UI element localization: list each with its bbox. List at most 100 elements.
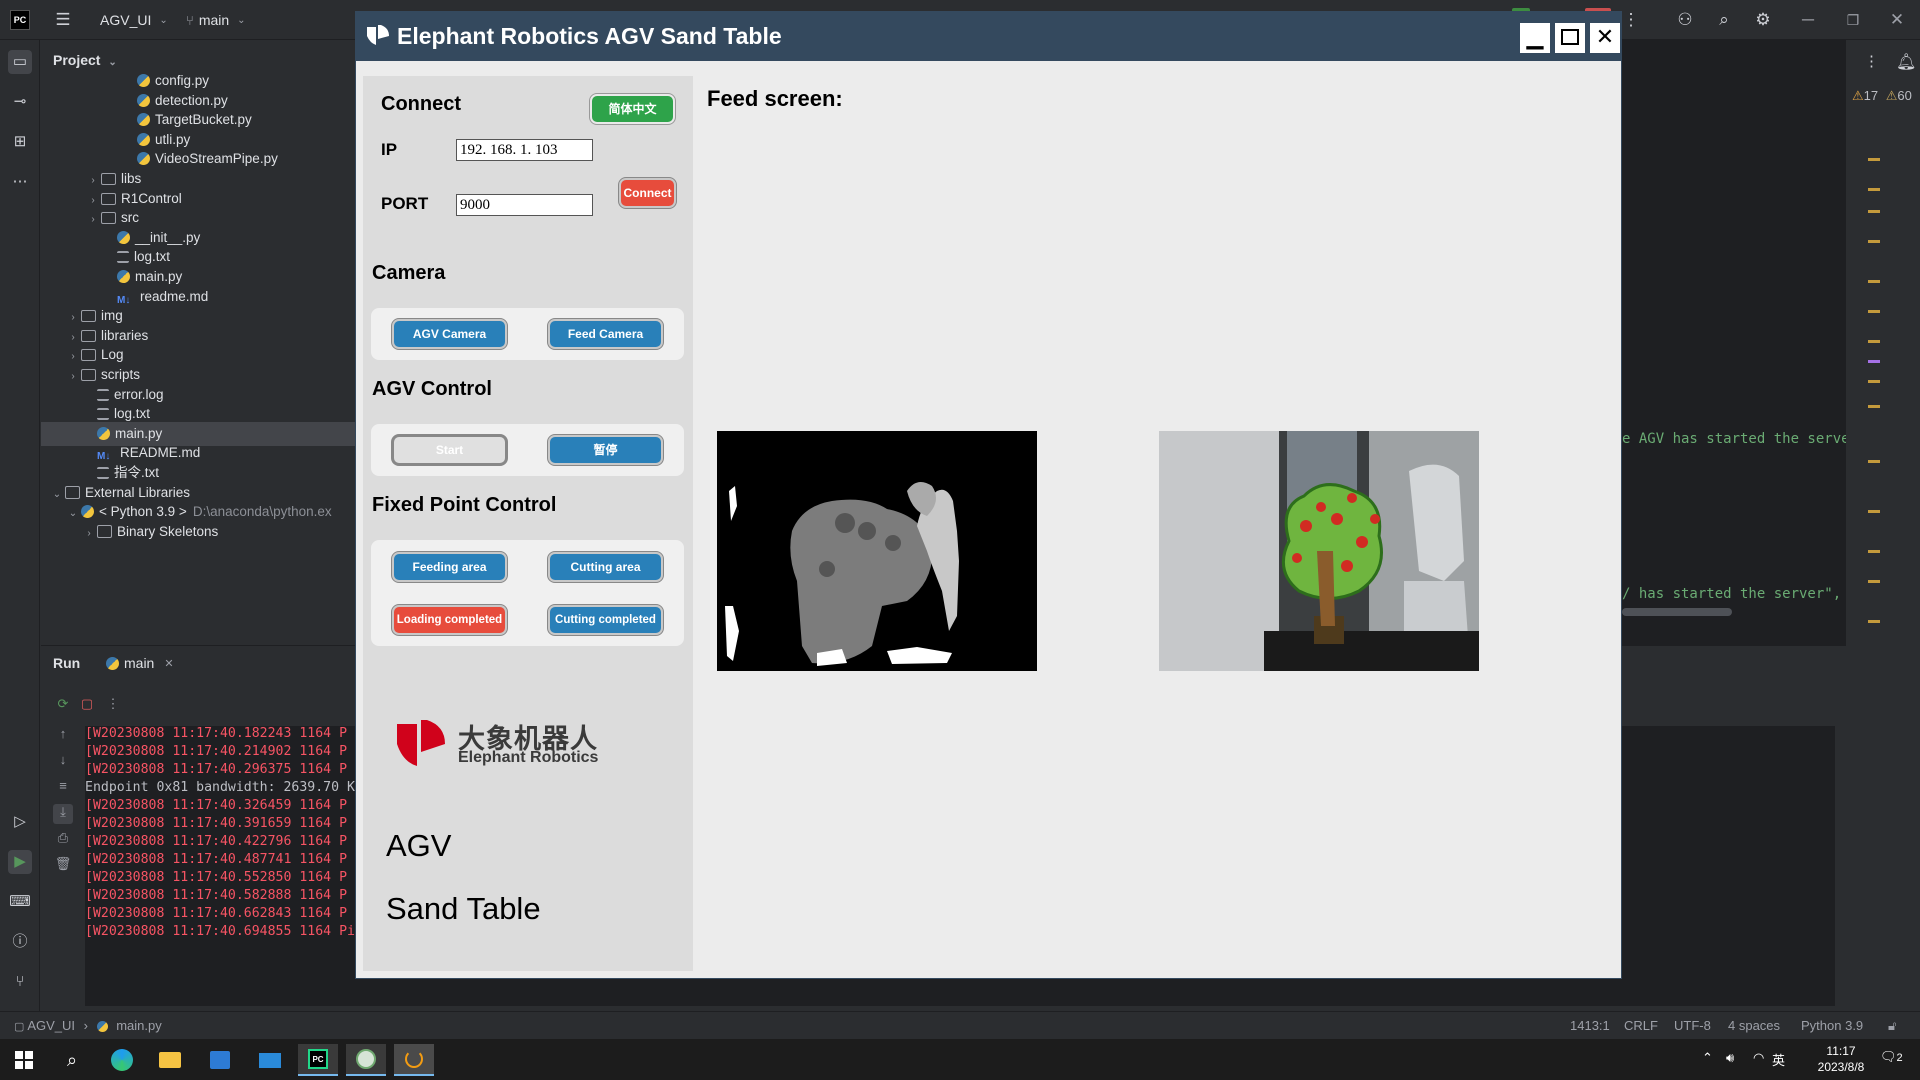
clock[interactable]: 11:17 2023/8/8: [1806, 1043, 1876, 1075]
line-separator[interactable]: CRLF: [1624, 1018, 1658, 1033]
network-icon[interactable]: ◠: [1753, 1050, 1764, 1066]
agv-minimize-button[interactable]: ▁: [1520, 23, 1550, 53]
agv-camera-button[interactable]: AGV Camera: [392, 319, 507, 349]
structure-icon[interactable]: ⊞: [8, 130, 32, 154]
commit-icon[interactable]: ⊸: [8, 90, 32, 114]
chevron-right-icon[interactable]: ›: [81, 522, 97, 546]
ip-input[interactable]: 192. 168. 1. 103: [456, 139, 593, 161]
stop-icon[interactable]: ▢: [77, 696, 97, 716]
tray-overflow-icon[interactable]: ⌃: [1702, 1050, 1713, 1066]
connect-section-title: Connect: [381, 93, 461, 115]
restore-icon[interactable]: ❐: [1842, 10, 1864, 30]
gutter-marker[interactable]: [1868, 240, 1880, 243]
more-actions-icon[interactable]: ⋮: [1620, 10, 1642, 30]
clock-time: 11:17: [1826, 1044, 1856, 1058]
main-menu-icon[interactable]: ☰: [52, 10, 74, 30]
text-file-icon: [97, 467, 109, 479]
folder-icon: [81, 369, 96, 381]
minimize-icon[interactable]: ─: [1797, 10, 1819, 30]
tree-item[interactable]: › Binary Skeletons: [41, 520, 356, 544]
project-panel: Project ⌄ config.py detection.py TargetBuc…: [41, 40, 356, 642]
loading-completed-button[interactable]: Loading completed: [392, 605, 507, 635]
agv-app-taskbar-icon[interactable]: [394, 1044, 434, 1076]
gutter-marker[interactable]: [1868, 580, 1880, 583]
gutter-marker[interactable]: [1868, 310, 1880, 313]
caret-position[interactable]: 1413:1: [1570, 1018, 1610, 1033]
rerun-icon[interactable]: ⟳: [53, 696, 73, 716]
file-encoding[interactable]: UTF-8: [1674, 1018, 1711, 1033]
gutter-marker[interactable]: [1868, 380, 1880, 383]
tree-item-label: log.txt: [114, 406, 151, 422]
gutter-marker[interactable]: [1868, 550, 1880, 553]
gutter-marker[interactable]: [1868, 405, 1880, 408]
gutter-marker[interactable]: [1868, 620, 1880, 623]
gutter-marker[interactable]: [1868, 280, 1880, 283]
pycharm-taskbar-icon[interactable]: PC: [298, 1044, 338, 1076]
gutter-marker[interactable]: [1868, 460, 1880, 463]
notifications-bell-icon[interactable]: 🔔︎: [1896, 52, 1916, 72]
windows-start-icon[interactable]: [4, 1044, 44, 1076]
scroll-up-icon[interactable]: ↑: [53, 726, 73, 746]
cutting-completed-button[interactable]: Cutting completed: [548, 605, 663, 635]
gutter-marker[interactable]: [1868, 210, 1880, 213]
sand-table-label: Sand Table: [386, 891, 541, 926]
project-panel-header[interactable]: Project ⌄: [53, 52, 117, 68]
breadcrumb[interactable]: ▢ AGV_UI › main.py: [14, 1018, 162, 1033]
agv-maximize-button[interactable]: [1555, 23, 1585, 53]
microsoft-store-icon[interactable]: [200, 1044, 240, 1076]
gutter-marker[interactable]: [1868, 158, 1880, 161]
language-button[interactable]: 简体中文: [590, 94, 675, 124]
port-input[interactable]: 9000: [456, 194, 593, 216]
close-tab-icon[interactable]: ✕: [164, 657, 173, 670]
clear-console-icon[interactable]: 🗑︎: [53, 856, 73, 876]
git-icon[interactable]: ⑂: [8, 970, 32, 994]
print-icon[interactable]: ⎙: [53, 830, 73, 850]
close-icon[interactable]: ✕: [1886, 10, 1908, 30]
gutter-marker[interactable]: [1868, 510, 1880, 513]
inspection-widget[interactable]: ⚠17 ⚠60 ✓5: [1852, 88, 1920, 104]
file-explorer-icon[interactable]: [150, 1044, 190, 1076]
search-icon[interactable]: ⌕: [52, 1044, 92, 1076]
terminal-icon[interactable]: ⌨: [8, 890, 32, 914]
problems-icon[interactable]: ⓘ: [8, 930, 32, 954]
notification-center-icon[interactable]: 🗨︎2: [1880, 1049, 1903, 1065]
python-interpreter[interactable]: Python 3.9: [1801, 1018, 1863, 1033]
branch-switcher[interactable]: ⑂ main ⌄: [186, 0, 246, 40]
scroll-down-icon[interactable]: ↓: [53, 752, 73, 772]
run-tool-icon[interactable]: ▶: [8, 850, 32, 874]
folder-icon: [81, 310, 96, 323]
project-switcher[interactable]: AGV_UI ⌄: [100, 0, 168, 40]
volume-icon[interactable]: 🔊︎: [1726, 1050, 1734, 1066]
tab-main[interactable]: main ✕: [106, 655, 174, 671]
scroll-to-end-icon[interactable]: ⤓: [53, 804, 73, 824]
services-icon[interactable]: ▷: [8, 810, 32, 834]
gutter-marker[interactable]: [1868, 360, 1880, 363]
start-button[interactable]: Start: [392, 435, 507, 465]
more-tools-icon[interactable]: ⋯: [8, 170, 32, 194]
console-line: [W20230808 11:17:40.391659 1164 P: [85, 816, 348, 831]
agv-titlebar[interactable]: Elephant Robotics AGV Sand Table ▁ ✕: [356, 12, 1621, 61]
indent-setting[interactable]: 4 spaces: [1728, 1018, 1780, 1033]
feeding-area-button[interactable]: Feeding area: [392, 552, 507, 582]
input-method-indicator[interactable]: 英: [1772, 1050, 1785, 1069]
lock-icon[interactable]: 🔓︎: [1888, 1018, 1896, 1034]
mail-icon[interactable]: [250, 1044, 290, 1076]
feed-camera-button[interactable]: Feed Camera: [548, 319, 663, 349]
edge-browser-icon[interactable]: [102, 1044, 142, 1076]
settings-gear-icon[interactable]: ⚙: [1752, 10, 1774, 30]
agv-close-button[interactable]: ✕: [1590, 23, 1620, 53]
project-folder-icon[interactable]: ▭: [8, 50, 32, 74]
python-app-taskbar-icon[interactable]: [346, 1044, 386, 1076]
connect-button[interactable]: Connect: [619, 178, 676, 208]
more-run-actions-icon[interactable]: ⋮: [103, 696, 123, 716]
pause-button[interactable]: 暂停: [548, 435, 663, 465]
editor-more-icon[interactable]: ⋮: [1864, 52, 1879, 70]
search-icon[interactable]: ⌕: [1713, 10, 1735, 30]
gutter-marker[interactable]: [1868, 340, 1880, 343]
code-with-me-icon[interactable]: ⚇: [1674, 10, 1696, 30]
pycharm-logo-icon[interactable]: PC: [10, 10, 30, 30]
horizontal-scrollbar[interactable]: [1622, 608, 1732, 616]
gutter-marker[interactable]: [1868, 188, 1880, 191]
soft-wrap-icon[interactable]: ≡: [53, 778, 73, 798]
cutting-area-button[interactable]: Cutting area: [548, 552, 663, 582]
